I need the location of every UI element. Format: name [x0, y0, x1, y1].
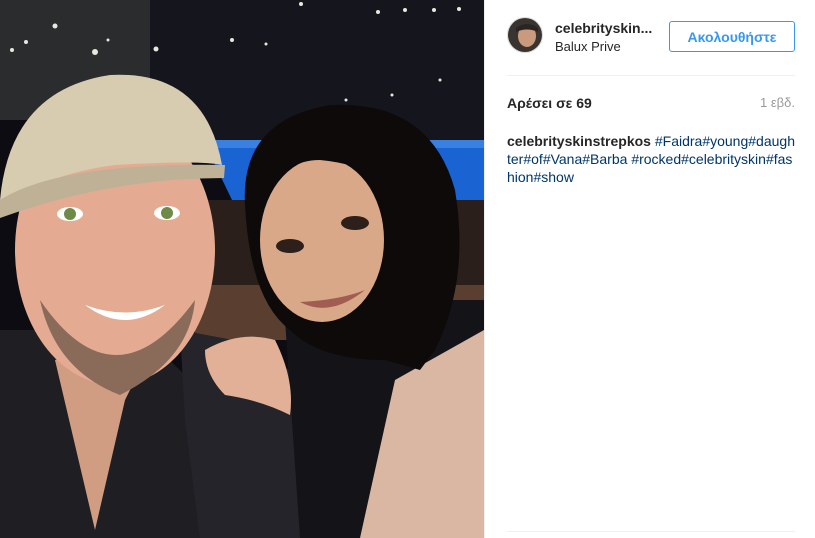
username-link[interactable]: celebrityskin... [555, 20, 652, 36]
post-time[interactable]: 1 εβδ. [760, 95, 795, 110]
hashtag-link[interactable]: #show [533, 169, 573, 185]
post-photo[interactable] [0, 0, 484, 538]
hashtag-link[interactable]: #young [702, 133, 748, 149]
hashtag-link[interactable]: #Vana [543, 151, 582, 167]
post-caption: celebrityskinstrepkos #Faidra#young#daug… [507, 132, 795, 186]
divider [507, 75, 795, 76]
divider [507, 531, 795, 532]
hashtag-link[interactable]: #celebrityskin [681, 151, 766, 167]
likes-row: Αρέσει σε 69 1 εβδ. [507, 95, 795, 115]
hashtag-link[interactable]: #Faidra [655, 133, 702, 149]
likes-count[interactable]: Αρέσει σε 69 [507, 95, 592, 111]
follow-button[interactable]: Ακολουθήστε [669, 21, 795, 52]
location-link[interactable]: Balux Prive [555, 39, 621, 54]
hashtag-link[interactable]: #rocked [631, 151, 681, 167]
caption-username[interactable]: celebrityskinstrepkos [507, 133, 651, 149]
avatar-image [508, 18, 542, 52]
hashtag-link[interactable]: #Barba [582, 151, 627, 167]
hashtag-link[interactable]: #of [523, 151, 542, 167]
post-header: celebrityskin... Balux Prive Ακολουθήστε [507, 15, 795, 60]
selfie-photo [0, 0, 484, 538]
post-sidebar: celebrityskin... Balux Prive Ακολουθήστε… [484, 0, 815, 538]
avatar[interactable] [507, 17, 543, 53]
